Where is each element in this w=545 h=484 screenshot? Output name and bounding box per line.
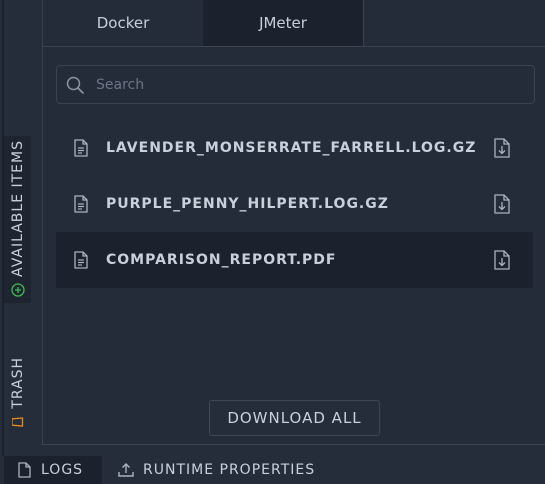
- file-download-icon[interactable]: [493, 249, 511, 271]
- file-download-icon[interactable]: [493, 193, 511, 215]
- file-name: COMPARISON_REPORT.PDF: [106, 252, 337, 268]
- tab-separator: [363, 0, 364, 46]
- plus-circle-icon: [10, 283, 25, 297]
- search-icon: [64, 74, 86, 96]
- file-row[interactable]: LAVENDER_MONSERRATE_FARRELL.LOG.GZ: [56, 120, 533, 176]
- available-items-tab[interactable]: AVAILABLE ITEMS: [4, 136, 31, 303]
- available-items-label: AVAILABLE ITEMS: [9, 140, 26, 277]
- trash-tab[interactable]: TRASH: [4, 345, 31, 443]
- main-panel: Docker JMeter LAVENDER_MONSERRA: [42, 0, 545, 445]
- file-text-icon: [73, 251, 89, 269]
- bottom-bar: LOGS RUNTIME PROPERTIES: [0, 456, 545, 484]
- tab-bar: Docker JMeter: [43, 0, 363, 46]
- trash-label: TRASH: [9, 357, 26, 409]
- side-rail: AVAILABLE ITEMS TRASH: [0, 0, 38, 456]
- search-box: [56, 65, 535, 104]
- tab-docker[interactable]: Docker: [43, 0, 203, 46]
- tab-bar-border: [43, 46, 545, 47]
- runtime-properties-label: RUNTIME PROPERTIES: [143, 462, 316, 478]
- runtime-properties-tab[interactable]: RUNTIME PROPERTIES: [118, 456, 315, 484]
- file-list: LAVENDER_MONSERRATE_FARRELL.LOG.GZ PURPL…: [56, 120, 533, 288]
- logs-label: LOGS: [41, 462, 84, 478]
- logs-tab[interactable]: LOGS: [4, 456, 102, 484]
- tab-jmeter[interactable]: JMeter: [203, 0, 363, 46]
- file-download-icon[interactable]: [493, 137, 511, 159]
- file-row[interactable]: COMPARISON_REPORT.PDF: [56, 232, 533, 288]
- download-all-button[interactable]: DOWNLOAD ALL: [209, 400, 380, 436]
- upload-icon: [118, 462, 134, 478]
- file-name: LAVENDER_MONSERRATE_FARRELL.LOG.GZ: [106, 140, 477, 156]
- file-text-icon: [73, 139, 89, 157]
- file-text-icon: [73, 195, 89, 213]
- search-input[interactable]: [86, 66, 534, 103]
- file-row[interactable]: PURPLE_PENNY_HILPERT.LOG.GZ: [56, 176, 533, 232]
- document-icon: [16, 462, 32, 478]
- file-name: PURPLE_PENNY_HILPERT.LOG.GZ: [106, 196, 389, 212]
- trash-icon: [11, 415, 25, 429]
